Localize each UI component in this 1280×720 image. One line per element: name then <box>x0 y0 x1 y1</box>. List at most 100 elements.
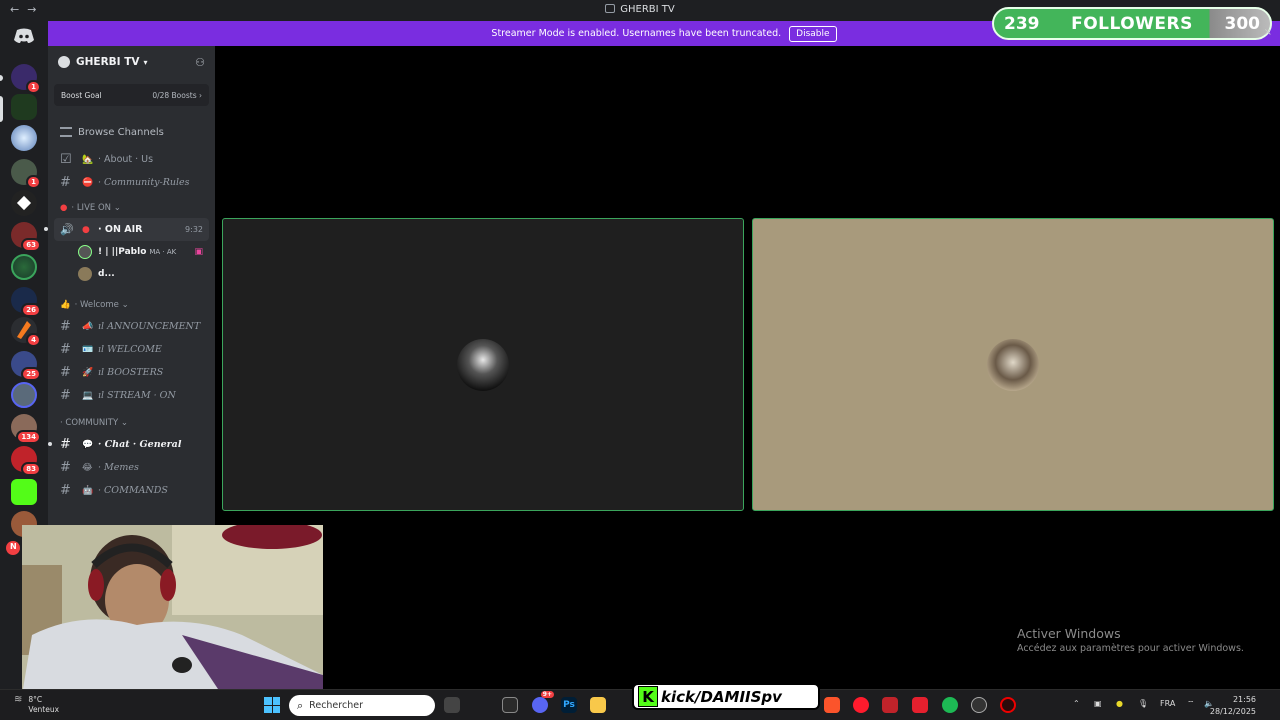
voice-user[interactable]: d... <box>48 263 215 285</box>
list-icon <box>60 127 72 137</box>
task-view-icon[interactable] <box>444 697 460 713</box>
server-icon[interactable]: 25 <box>11 351 41 381</box>
guild-name: GHERBI TV <box>76 56 140 68</box>
mention-badge: 83 <box>21 462 41 476</box>
mention-badge: 63 <box>21 238 41 252</box>
window-title-text: GHERBI TV <box>620 4 675 15</box>
channel-welcome[interactable]: # 🪪 ıl WELCOME <box>48 338 215 361</box>
capcut-icon[interactable] <box>502 697 518 713</box>
windows-start-icon[interactable] <box>264 697 280 713</box>
voice-user-name: ! | ||Pablo <box>98 247 147 257</box>
browse-channels[interactable]: Browse Channels <box>48 120 215 144</box>
category-welcome[interactable]: 👍 · Welcome ⌄ <box>48 295 215 315</box>
channel-label: · COMMANDS <box>98 485 168 496</box>
chevron-up-icon[interactable]: ⌃ <box>1073 699 1080 708</box>
watermark-subtitle: Accédez aux paramètres pour activer Wind… <box>1017 643 1244 654</box>
guild-header[interactable]: GHERBI TV ▾ ⚇ <box>48 46 215 78</box>
hash-icon: # <box>60 388 71 403</box>
photoshop-icon[interactable]: Ps <box>561 697 577 713</box>
mention-badge: 4 <box>26 333 41 347</box>
voice-tile-user-2[interactable] <box>752 218 1274 511</box>
system-clock[interactable]: 21:56 28/12/2025 <box>1210 694 1256 718</box>
taskbar-search[interactable]: ⌕ Rechercher <box>289 695 435 716</box>
discord-home-icon[interactable] <box>12 28 36 46</box>
notification-icon[interactable]: N <box>6 541 20 555</box>
obs-icon[interactable] <box>971 697 987 713</box>
boost-goal[interactable]: Boost Goal 0/28 Boosts › <box>54 84 209 106</box>
server-icon-gherbi-tv[interactable] <box>11 94 37 120</box>
voice-tile-user-1[interactable] <box>222 218 744 511</box>
wifi-icon[interactable]: ⌔ <box>1187 699 1195 709</box>
brave-icon[interactable] <box>824 697 840 713</box>
channel-announcement[interactable]: # 📣 ıl ANNOUNCEMENT <box>48 315 215 338</box>
wps-icon[interactable] <box>912 697 928 713</box>
server-icon[interactable]: 1 <box>11 64 41 94</box>
chevron-down-icon: ▾ <box>143 57 148 67</box>
notification-label: N <box>10 542 17 551</box>
server-icon[interactable]: 26 <box>11 287 41 317</box>
close-icon[interactable]: × <box>1264 27 1272 38</box>
unread-pill <box>0 75 3 81</box>
hash-icon: # <box>60 319 71 334</box>
server-icon[interactable] <box>11 254 37 280</box>
kick-server-icon[interactable] <box>11 479 37 505</box>
category-live-on[interactable]: ● · LIVE ON ⌄ <box>48 198 215 218</box>
voice-user-name: d... <box>98 269 115 279</box>
avatar <box>457 338 509 391</box>
banner-text: Streamer Mode is enabled. Usernames have… <box>491 28 782 39</box>
channel-boosters[interactable]: # 🚀 ıl BOOSTERS <box>48 361 215 384</box>
server-icon[interactable]: 1 <box>11 159 41 189</box>
laptop-icon: 💻 <box>82 390 94 401</box>
server-icon[interactable]: 63 <box>11 222 41 252</box>
server-icon[interactable] <box>11 190 37 216</box>
mention-badge: 1 <box>26 175 41 189</box>
file-explorer-icon[interactable] <box>590 697 606 713</box>
channel-community-rules[interactable]: # ⛔ · Community-Rules <box>48 171 215 194</box>
app-icon[interactable] <box>882 697 898 713</box>
hash-icon: # <box>60 175 71 190</box>
spotify-icon[interactable] <box>942 697 958 713</box>
channel-label: ıl WELCOME <box>98 344 162 355</box>
add-member-icon[interactable]: ⚇ <box>195 56 205 69</box>
server-icon[interactable]: 83 <box>11 446 41 476</box>
red-circle-icon: ● <box>82 224 90 235</box>
tray-app-icon[interactable]: ▣ <box>1094 699 1102 708</box>
clock-time: 21:56 <box>1232 695 1256 704</box>
channel-label: ıl STREAM · ON <box>98 390 176 401</box>
channel-chat-general[interactable]: # 💬 · Chat · General <box>48 433 215 456</box>
server-icon[interactable]: 4 <box>11 317 41 347</box>
server-icon[interactable] <box>11 382 37 408</box>
channel-memes[interactable]: # 😂 · Memes <box>48 456 215 479</box>
speaker-icon: 🔊 <box>60 223 74 236</box>
category-community[interactable]: · COMMUNITY ⌄ <box>48 413 215 433</box>
channel-commands[interactable]: # 🤖 · COMMANDS <box>48 479 215 502</box>
discord-taskbar-icon[interactable]: 9+ <box>532 691 554 713</box>
channel-label: · Memes <box>98 462 139 473</box>
hash-icon: # <box>60 342 71 357</box>
server-icon[interactable] <box>11 125 37 151</box>
channel-sidebar: GHERBI TV ▾ ⚇ Boost Goal 0/28 Boosts › B… <box>44 46 215 526</box>
voice-channel-on-air[interactable]: 🔊 ● · ON AIR 9:32 <box>44 218 209 241</box>
speech-bubble-icon: 💬 <box>82 439 94 450</box>
kick-logo: K <box>638 686 658 707</box>
language-indicator[interactable]: FRA <box>1160 699 1175 708</box>
hash-icon: # <box>60 483 71 498</box>
channel-about-us[interactable]: ☑ 🏡 · About · Us <box>48 148 215 171</box>
opera-icon[interactable] <box>853 697 869 713</box>
followers-current: 239 <box>1004 13 1040 34</box>
tray-app-icon[interactable]: ● <box>1116 699 1123 708</box>
laughing-icon: 😂 <box>82 462 93 473</box>
channel-stream-on[interactable]: # 💻 ıl STREAM · ON <box>48 384 215 407</box>
weather-desc: Venteux <box>28 705 60 714</box>
webcam-feed <box>22 525 323 695</box>
followers-goal-overlay: 239 FOLLOWERS 300 × <box>992 7 1272 40</box>
server-icon[interactable]: 134 <box>11 414 41 444</box>
microphone-icon[interactable]: 🎙 <box>1138 699 1148 708</box>
webcam-overlay <box>22 525 323 695</box>
voice-user[interactable]: ! | ||Pablo MA · AK ▣ <box>48 241 215 263</box>
category-label: · COMMUNITY ⌄ <box>60 418 128 428</box>
disable-button[interactable]: Disable <box>789 25 837 42</box>
weather-widget[interactable]: ≋ 8°C Venteux <box>14 695 59 715</box>
opera-gx-icon[interactable] <box>1000 697 1016 713</box>
unread-dot <box>48 442 52 446</box>
